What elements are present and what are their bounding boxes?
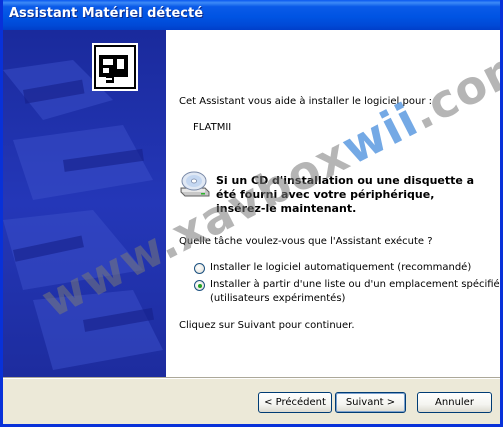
task-question: Quelle tâche voulez-vous que l'Assistant… — [179, 236, 433, 247]
hardware-board-icon — [92, 43, 138, 91]
next-button[interactable]: Suivant > — [335, 392, 406, 413]
wizard-button-bar: < Précédent Suivant > Annuler — [3, 377, 500, 424]
continue-instruction: Cliquez sur Suivant pour continuer. — [179, 320, 355, 331]
device-name: FLATMII — [193, 122, 232, 133]
cancel-button[interactable]: Annuler — [417, 392, 492, 413]
cd-insert-prompt: Si un CD d'installation ou une disquette… — [216, 174, 475, 215]
install-automatic-label[interactable]: Installer le logiciel automatiquement (r… — [210, 262, 471, 273]
side-panel-graphic — [3, 60, 163, 370]
hardware-wizard-window: Assistant Matériel détecté Cet Assistant… — [0, 0, 503, 427]
install-from-list-radio[interactable] — [194, 280, 205, 291]
window-title: Assistant Matériel détecté — [9, 6, 204, 21]
install-from-list-label[interactable]: Installer à partir d'une liste ou d'un e… — [210, 279, 500, 290]
wizard-content: Cet Assistant vous aide à installer le l… — [3, 30, 500, 377]
title-bar[interactable]: Assistant Matériel détecté — [3, 0, 500, 30]
install-from-list-sublabel[interactable]: (utilisateurs expérimentés) — [210, 293, 345, 304]
back-button[interactable]: < Précédent — [258, 392, 332, 413]
install-automatic-radio[interactable] — [194, 263, 205, 274]
cd-drive-icon — [180, 171, 210, 197]
wizard-side-panel — [3, 30, 166, 377]
watermark-part3: .com — [401, 33, 503, 141]
intro-text: Cet Assistant vous aide à installer le l… — [179, 96, 432, 107]
